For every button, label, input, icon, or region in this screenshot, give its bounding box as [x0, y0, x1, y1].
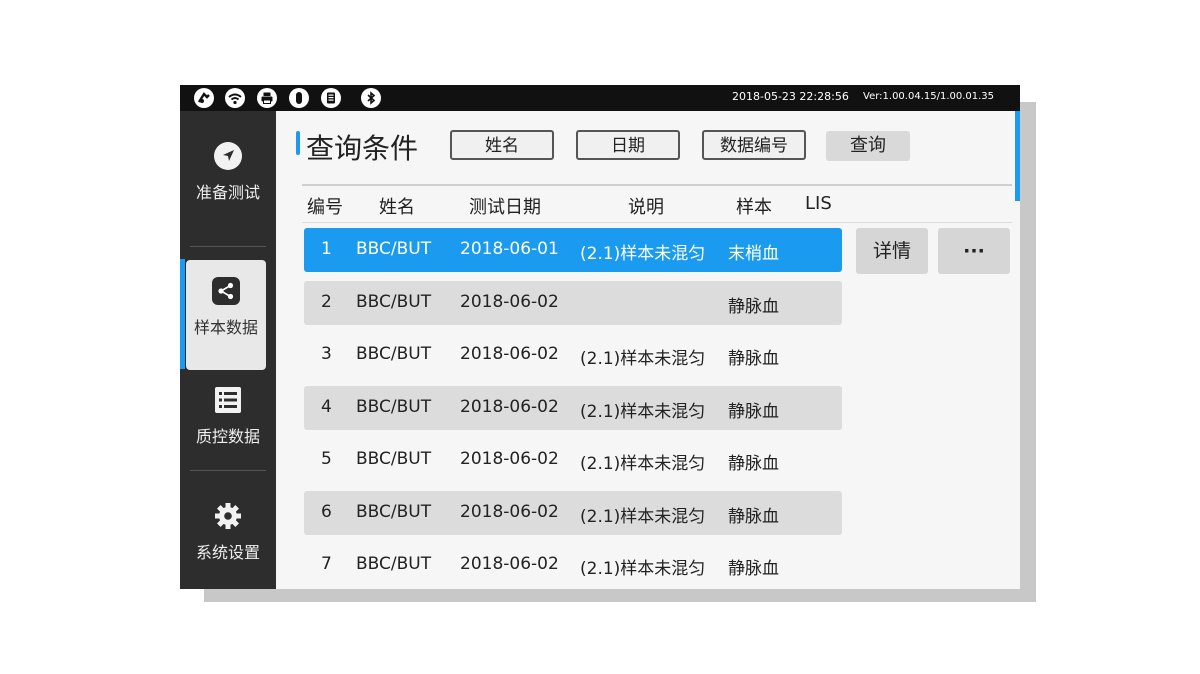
table-row-5[interactable]: 5 BBC/BUT 2018-06-02 (2.1)样本未混匀 静脉血	[304, 438, 842, 482]
cell-sample: 末梢血	[728, 244, 779, 264]
column-header-no: 编号	[307, 197, 343, 218]
divider	[302, 184, 1012, 186]
cell-date: 2018-06-01	[460, 239, 559, 259]
wifi-icon	[225, 88, 245, 108]
navigation-icon	[213, 141, 243, 171]
printer-icon	[257, 88, 277, 108]
cell-no: 4	[321, 397, 332, 417]
sidebar-divider	[190, 470, 266, 471]
scrollbar[interactable]	[1015, 111, 1020, 201]
sidebar-divider	[190, 246, 266, 247]
bluetooth-icon	[361, 88, 381, 108]
sidebar-item-label: 系统设置	[195, 543, 260, 562]
cell-name: BBC/BUT	[356, 344, 432, 364]
detail-button[interactable]: 详情	[856, 228, 928, 274]
title-accent	[296, 131, 300, 155]
firmware-version: Ver:1.00.04.15/1.00.01.35	[863, 91, 995, 102]
gear-icon	[213, 501, 243, 531]
cell-note: (2.1)样本未混匀	[580, 507, 706, 527]
sidebar-item-system-settings[interactable]: 系统设置	[180, 485, 276, 589]
cell-date: 2018-06-02	[460, 502, 559, 522]
cell-note: (2.1)样本未混匀	[580, 454, 706, 474]
sidebar-item-prepare-test[interactable]: 准备测试	[180, 125, 276, 237]
status-datetime: 2018-05-23 22:28:56	[732, 90, 849, 103]
cell-note: (2.1)样本未混匀	[580, 402, 706, 422]
cell-sample: 静脉血	[728, 559, 779, 579]
cell-no: 3	[321, 344, 332, 364]
sidebar-item-qc-data[interactable]: 质控数据	[180, 369, 276, 481]
header-divider	[302, 222, 1012, 223]
cell-name: BBC/BUT	[356, 397, 432, 417]
gauge-icon	[194, 88, 214, 108]
cell-name: BBC/BUT	[356, 239, 432, 259]
table-row-4[interactable]: 4 BBC/BUT 2018-06-02 (2.1)样本未混匀 静脉血	[304, 386, 842, 430]
sidebar-item-sample-data[interactable]: 样本数据	[186, 260, 266, 370]
cell-date: 2018-06-02	[460, 554, 559, 574]
status-bar: 2018-05-23 22:28:56 Ver:1.00.04.15/1.00.…	[180, 85, 1020, 111]
cell-no: 7	[321, 554, 332, 574]
sidebar-item-label: 准备测试	[195, 183, 260, 202]
column-header-lis: LIS	[805, 193, 832, 214]
query-title: 查询条件	[306, 132, 419, 165]
search-button[interactable]: 查询	[826, 131, 910, 161]
cell-note: (2.1)样本未混匀	[580, 559, 706, 579]
cell-sample: 静脉血	[728, 402, 779, 422]
mouse-icon	[289, 88, 309, 108]
table-row-2[interactable]: 2 BBC/BUT 2018-06-02 静脉血	[304, 281, 842, 325]
table-row-3[interactable]: 3 BBC/BUT 2018-06-02 (2.1)样本未混匀 静脉血	[304, 333, 842, 377]
table-row-1[interactable]: 1 BBC/BUT 2018-06-01 (2.1)样本未混匀 末梢血	[304, 228, 842, 272]
more-button[interactable]: ···	[938, 228, 1010, 274]
sidebar-item-label: 样本数据	[193, 318, 258, 337]
cell-sample: 静脉血	[728, 507, 779, 527]
cell-sample: 静脉血	[728, 349, 779, 369]
cell-no: 6	[321, 502, 332, 522]
column-header-date: 测试日期	[469, 197, 541, 218]
cell-date: 2018-06-02	[460, 397, 559, 417]
main-content: 查询条件 姓名 日期 数据编号 查询 编号 姓名 测试日期 说明 样本 LIS …	[276, 111, 1020, 589]
filter-id-button[interactable]: 数据编号	[702, 130, 806, 160]
cell-no: 2	[321, 292, 332, 312]
storage-icon	[321, 88, 341, 108]
column-header-sample: 样本	[736, 197, 772, 218]
cell-name: BBC/BUT	[356, 449, 432, 469]
column-header-name: 姓名	[379, 197, 415, 218]
active-indicator	[180, 259, 185, 369]
cell-no: 1	[321, 239, 332, 259]
cell-note: (2.1)样本未混匀	[580, 244, 706, 264]
list-icon	[213, 385, 243, 415]
cell-date: 2018-06-02	[460, 344, 559, 364]
cell-date: 2018-06-02	[460, 449, 559, 469]
filter-name-button[interactable]: 姓名	[450, 130, 554, 160]
device-screen: 2018-05-23 22:28:56 Ver:1.00.04.15/1.00.…	[180, 85, 1020, 589]
cell-date: 2018-06-02	[460, 292, 559, 312]
cell-note: (2.1)样本未混匀	[580, 349, 706, 369]
cell-sample: 静脉血	[728, 454, 779, 474]
sidebar: 准备测试 样本数据 质控数据 系统设置	[180, 111, 276, 589]
cell-sample: 静脉血	[728, 297, 779, 317]
table-row-7[interactable]: 7 BBC/BUT 2018-06-02 (2.1)样本未混匀 静脉血	[304, 543, 842, 587]
column-header-note: 说明	[628, 197, 664, 218]
cell-name: BBC/BUT	[356, 554, 432, 574]
sidebar-item-label: 质控数据	[195, 427, 260, 446]
cell-name: BBC/BUT	[356, 292, 432, 312]
share-icon	[211, 276, 241, 306]
cell-name: BBC/BUT	[356, 502, 432, 522]
filter-date-button[interactable]: 日期	[576, 130, 680, 160]
cell-no: 5	[321, 449, 332, 469]
table-row-6[interactable]: 6 BBC/BUT 2018-06-02 (2.1)样本未混匀 静脉血	[304, 491, 842, 535]
